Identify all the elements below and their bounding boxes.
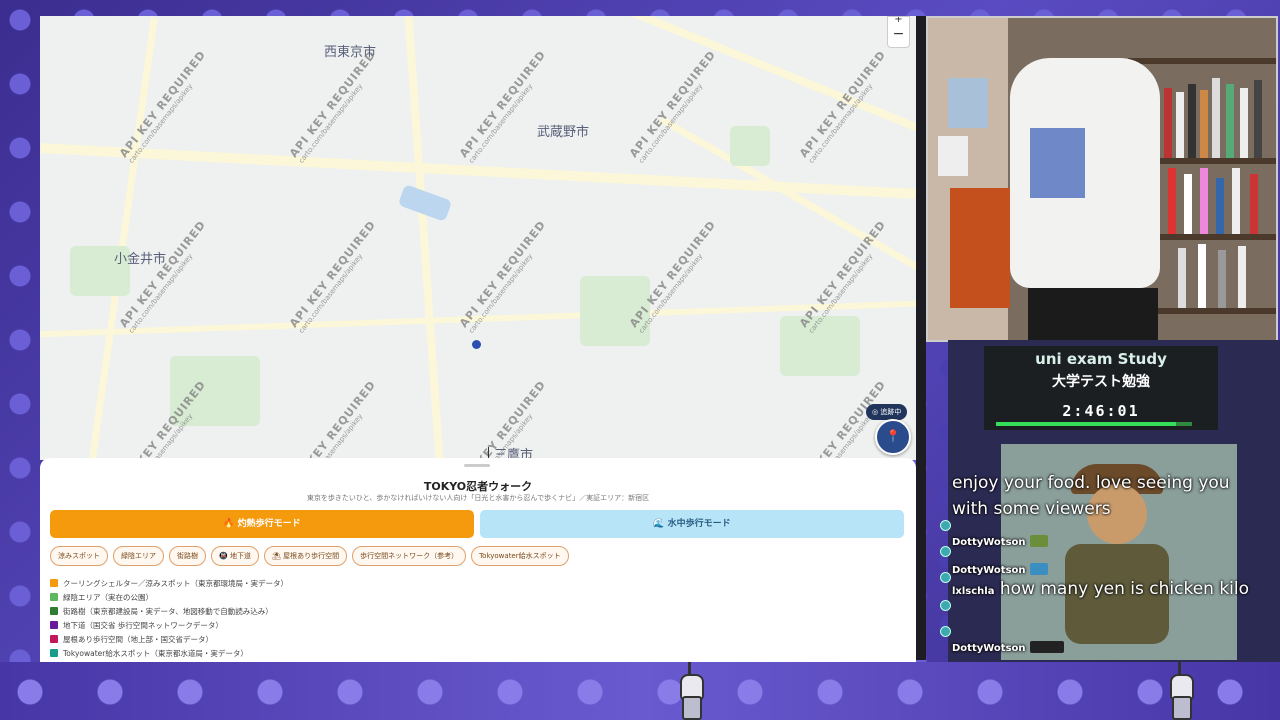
api-key-watermark: API KEY REQUIRED carto.com/basemaps/apike… (287, 48, 379, 165)
place-label: 西東京市 (324, 45, 377, 60)
emote-icon (1029, 640, 1064, 653)
legend-swatch (50, 621, 58, 629)
chip-underpass[interactable]: 🚇 地下道 (211, 546, 259, 566)
fire-icon: 🔥 (223, 519, 238, 529)
legend-item: 地下道（国交省 歩行空間ネットワークデータ） (50, 618, 288, 632)
legend-swatch (50, 607, 58, 615)
pin-icon: 📍 (885, 429, 901, 443)
webcam-feed (926, 16, 1278, 342)
chip-street-trees[interactable]: 街路樹 (169, 546, 206, 566)
bottom-sheet: TOKYO忍者ウォーク 東京を歩きたいひと、歩かなければいけない人向け「日光と水… (40, 458, 916, 662)
timer-progress-bar (996, 422, 1192, 426)
legend-item: 屋根あり歩行空間（地上部・国交省データ） (50, 632, 288, 646)
timer-clock: 2:46:01 (1062, 402, 1140, 420)
decorative-footer (0, 662, 1280, 720)
current-location-marker[interactable] (472, 340, 481, 349)
api-key-watermark: API KEY REQUIRED carto.com/basemaps/apike… (797, 48, 889, 165)
chat-message: lxlschla how many yen is chicken kilo (952, 579, 1250, 599)
zoom-out-button[interactable]: − (888, 23, 909, 45)
umbrella-icon: ⛱ (271, 552, 284, 560)
water-mode-button[interactable]: 🌊 水中歩行モード (480, 510, 904, 538)
drag-handle[interactable] (464, 464, 490, 467)
legend-swatch (50, 579, 58, 587)
chip-walk-network[interactable]: 歩行空間ネットワーク（参考） (352, 546, 467, 566)
legend-item: 緑陰エリア（実在の公園） (50, 590, 288, 604)
streamer (1010, 58, 1160, 288)
window-scrollbar[interactable] (916, 16, 926, 660)
legend-swatch (50, 649, 58, 657)
place-label: 武蔵野市 (537, 125, 590, 140)
chat-message: DottyWotson (952, 636, 1064, 655)
chat-message: enjoy your food. love seeing you with so… (952, 473, 1230, 519)
legend-item: 街路樹（東京都建設局・実データ、地図移動で自動読み込み） (50, 604, 288, 618)
emote-icon (1029, 534, 1048, 547)
tracking-badge: ◎ 追跡中 (866, 404, 908, 420)
wave-icon: 🌊 (653, 519, 668, 529)
api-key-watermark: API KEY REQUIRED carto.com/basemaps/apike… (457, 48, 549, 165)
zoom-control[interactable]: + − (887, 16, 910, 48)
api-key-watermark: API KEY REQUIRED carto.com/basemaps/apike… (117, 48, 209, 165)
legend-item: クーリングシェルター／涼みスポット（東京都環境局・実データ） (50, 576, 288, 590)
map-view[interactable]: API KEY REQUIRED carto.com/basemaps/apike… (40, 16, 916, 460)
locate-button[interactable]: 📍 (875, 419, 911, 455)
app-subtitle: 東京を歩きたいひと、歩かなければいけない人向け「日光と水害から忍んで歩くナビ」／… (306, 494, 650, 502)
emote-icon (1029, 562, 1048, 575)
app-title: TOKYO忍者ウォーク (423, 480, 533, 493)
study-timer: uni exam Study 大学テスト勉強 2:46:01 (984, 346, 1218, 430)
chip-water-spots[interactable]: Tokyowater給水スポット (471, 546, 569, 566)
layer-filter-chips: 涼みスポット 緑陰エリア 街路樹 🚇 地下道 ⛱ 屋根あり歩行空間 歩行空間ネッ… (50, 546, 569, 566)
map-legend: クーリングシェルター／涼みスポット（東京都環境局・実データ） 緑陰エリア（実在の… (50, 576, 288, 660)
api-key-watermark: API KEY REQUIRED carto.com/basemaps/apike… (287, 218, 379, 335)
legend-swatch (50, 635, 58, 643)
mascot-sprite (676, 662, 704, 720)
timer-title-en: uni exam Study (1035, 350, 1167, 368)
api-key-watermark: API KEY REQUIRED carto.com/basemaps/apike… (287, 378, 379, 460)
place-label: 小金井市 (114, 252, 167, 267)
chip-cool-spots[interactable]: 涼みスポット (50, 546, 108, 566)
car-icon: 🚇 (219, 552, 230, 560)
chat-message: DottyWotson (952, 558, 1048, 577)
legend-item: Tokyowater給水スポット（東京都水道局・実データ） (50, 646, 288, 660)
heat-mode-button[interactable]: 🔥 灼熱歩行モード (50, 510, 474, 538)
chat-message: DottyWotson (952, 530, 1048, 549)
mascot-sprite (1166, 662, 1194, 720)
chip-green-shade[interactable]: 緑陰エリア (113, 546, 164, 566)
timer-title-jp: 大学テスト勉強 (1052, 374, 1150, 390)
chip-covered-walkway[interactable]: ⛱ 屋根あり歩行空間 (263, 546, 348, 566)
api-key-watermark: API KEY REQUIRED carto.com/basemaps/apike… (117, 218, 209, 335)
legend-swatch (50, 593, 58, 601)
